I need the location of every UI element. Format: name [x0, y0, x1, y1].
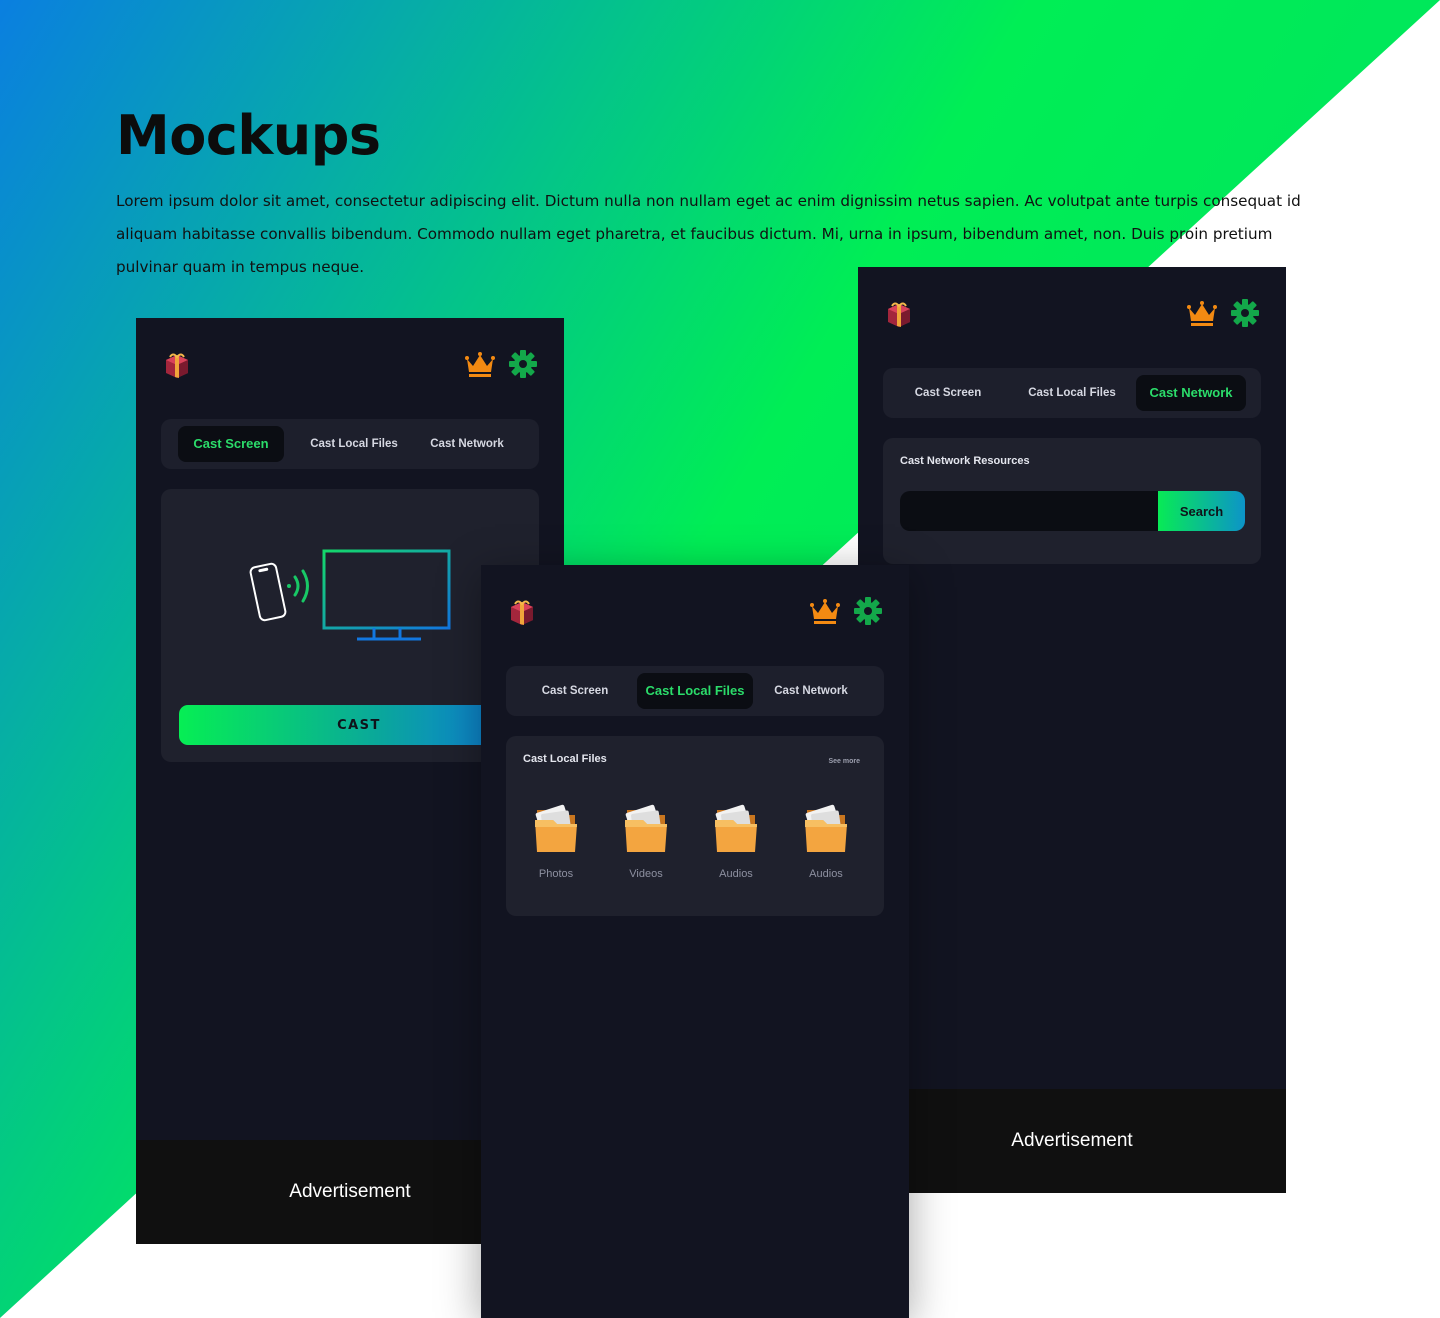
tab-bar: Cast Screen Cast Local Files Cast Networ…	[883, 368, 1261, 418]
folder-label: Audios	[809, 868, 843, 880]
tab-bar: Cast Screen Cast Local Files Cast Networ…	[161, 419, 539, 469]
gear-icon[interactable]	[509, 350, 537, 378]
tab-cast-screen[interactable]: Cast Screen	[897, 375, 999, 411]
folder-audios[interactable]: Audios	[696, 796, 776, 886]
phone-header	[481, 565, 909, 665]
folder-label: Photos	[538, 868, 574, 880]
gift-icon[interactable]	[162, 351, 192, 381]
folder-audios-2[interactable]: Audios	[786, 796, 866, 886]
tab-cast-network[interactable]: Cast Network	[763, 673, 859, 709]
tab-cast-local-files[interactable]: Cast Local Files	[1013, 375, 1131, 411]
phone-header	[858, 267, 1286, 367]
folder-videos[interactable]: Videos	[606, 796, 686, 886]
phone-icon	[249, 562, 287, 622]
folder-label: Videos	[629, 868, 663, 880]
tab-cast-network[interactable]: Cast Network	[1136, 375, 1246, 411]
folder-photos[interactable]: Photos	[516, 796, 596, 886]
phone-cast-local-files: Cast Screen Cast Local Files Cast Networ…	[481, 565, 909, 1318]
crown-icon[interactable]	[464, 351, 496, 379]
folder-icon	[801, 796, 851, 856]
tv-icon	[322, 549, 451, 641]
page-title: Mockups	[116, 104, 381, 167]
network-resources-card: Cast Network Resources Search	[883, 438, 1261, 564]
wifi-waves-icon	[287, 569, 309, 603]
tab-cast-screen[interactable]: Cast Screen	[178, 426, 284, 462]
gift-icon[interactable]	[507, 598, 537, 628]
folder-icon	[621, 796, 671, 856]
crown-icon[interactable]	[1186, 300, 1218, 328]
card-title: Cast Local Files	[523, 753, 607, 765]
local-files-card: Cast Local Files See more Photos Videos …	[506, 736, 884, 916]
phone-header	[136, 318, 564, 418]
cast-illustration	[249, 549, 451, 641]
folder-icon	[531, 796, 581, 856]
gift-icon[interactable]	[884, 300, 914, 330]
tab-cast-local-files[interactable]: Cast Local Files	[296, 426, 412, 462]
gear-icon[interactable]	[854, 597, 882, 625]
crown-icon[interactable]	[809, 598, 841, 626]
search-button[interactable]: Search	[1158, 491, 1245, 531]
gear-icon[interactable]	[1231, 299, 1259, 327]
tab-cast-screen[interactable]: Cast Screen	[523, 673, 627, 709]
search-bar: Search	[900, 491, 1245, 531]
tab-cast-network[interactable]: Cast Network	[419, 426, 515, 462]
folder-icon	[711, 796, 761, 856]
folder-label: Audios	[719, 868, 753, 880]
phone-cast-network: Cast Screen Cast Local Files Cast Networ…	[858, 267, 1286, 1193]
card-title: Cast Network Resources	[900, 455, 1030, 467]
advertisement-banner[interactable]: Advertisement	[858, 1089, 1286, 1193]
search-input[interactable]	[900, 491, 1160, 531]
tab-cast-local-files[interactable]: Cast Local Files	[637, 673, 753, 709]
see-more-link[interactable]: See more	[828, 758, 860, 765]
tab-bar: Cast Screen Cast Local Files Cast Networ…	[506, 666, 884, 716]
